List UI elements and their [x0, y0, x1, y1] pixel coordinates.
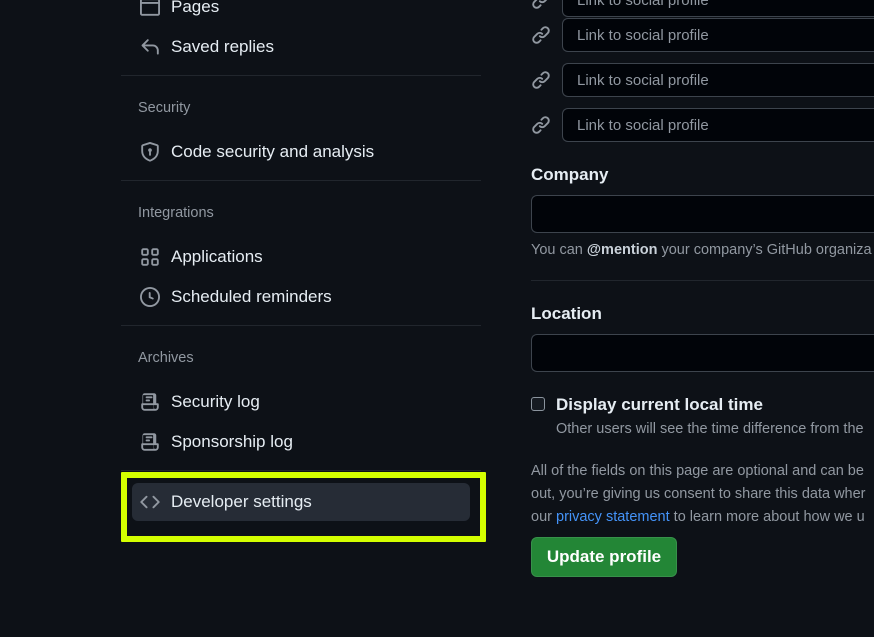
- sidebar-item-developer-settings[interactable]: Developer settings: [132, 483, 470, 521]
- disclaimer-line-3: our privacy statement to learn more abou…: [531, 509, 865, 525]
- social-link-row: [531, 0, 874, 17]
- sidebar-item-label: Developer settings: [171, 492, 312, 511]
- company-note-suffix: your company’s GitHub organiza: [657, 242, 872, 258]
- sidebar-item-scheduled-reminders[interactable]: Scheduled reminders: [130, 280, 470, 314]
- social-link-input[interactable]: [562, 0, 874, 17]
- log-icon: [140, 432, 160, 452]
- form-divider: [531, 280, 874, 281]
- sidebar-item-label: Code security and analysis: [171, 142, 375, 161]
- company-label: Company: [531, 165, 609, 184]
- local-time-note: Other users will see the time difference…: [556, 421, 864, 437]
- social-link-row: [531, 18, 874, 52]
- browser-icon: [140, 0, 160, 17]
- apps-icon: [140, 247, 160, 267]
- sidebar-item-sponsorship-log[interactable]: Sponsorship log: [130, 425, 470, 459]
- section-label-security: Security: [138, 100, 191, 116]
- social-link-input[interactable]: [562, 108, 874, 142]
- link-icon: [531, 0, 551, 10]
- section-label-integrations: Integrations: [138, 205, 214, 221]
- log-icon: [140, 392, 160, 412]
- link-icon: [531, 70, 551, 90]
- sidebar-divider: [121, 470, 481, 471]
- settings-page: Pages Saved replies Security Code securi…: [0, 0, 874, 637]
- social-link-row: [531, 63, 874, 97]
- code-icon: [140, 492, 160, 512]
- sidebar-item-label: Scheduled reminders: [171, 287, 332, 306]
- company-note: You can @mention your company’s GitHub o…: [531, 242, 872, 258]
- social-link-input[interactable]: [562, 63, 874, 97]
- social-link-row: [531, 108, 874, 142]
- sidebar-item-label: Security log: [171, 392, 260, 411]
- section-label-archives: Archives: [138, 350, 194, 366]
- sidebar-item-pages[interactable]: Pages: [130, 0, 470, 24]
- sidebar-item-label: Pages: [171, 0, 220, 16]
- company-note-prefix: You can: [531, 242, 587, 258]
- mention-keyword: @mention: [586, 242, 658, 258]
- sidebar-divider: [121, 180, 481, 181]
- sidebar-item-code-security[interactable]: Code security and analysis: [130, 135, 470, 169]
- privacy-statement-link[interactable]: privacy statement: [556, 509, 670, 525]
- location-label: Location: [531, 304, 602, 323]
- update-profile-button[interactable]: Update profile: [531, 537, 677, 577]
- disclaimer-prefix: our: [531, 509, 556, 525]
- company-input[interactable]: [531, 195, 874, 233]
- link-icon: [531, 25, 551, 45]
- shield-lock-icon: [140, 142, 160, 162]
- sidebar-item-label: Applications: [171, 247, 263, 266]
- disclaimer-suffix: to learn more about how we u: [669, 509, 865, 525]
- location-input[interactable]: [531, 334, 874, 372]
- clock-icon: [140, 287, 160, 307]
- local-time-checkbox[interactable]: [531, 397, 545, 411]
- local-time-label[interactable]: Display current local time: [556, 395, 763, 415]
- sidebar-item-saved-replies[interactable]: Saved replies: [130, 30, 470, 64]
- link-icon: [531, 115, 551, 135]
- disclaimer-line-2: out, you’re giving us consent to share t…: [531, 486, 866, 502]
- sidebar-item-applications[interactable]: Applications: [130, 240, 470, 274]
- sidebar-item-label: Saved replies: [171, 37, 275, 56]
- sidebar-item-label: Sponsorship log: [171, 432, 293, 451]
- sidebar-item-security-log[interactable]: Security log: [130, 385, 470, 419]
- disclaimer-line-1: All of the fields on this page are optio…: [531, 463, 864, 479]
- social-link-input[interactable]: [562, 18, 874, 52]
- reply-icon: [140, 37, 160, 57]
- sidebar-divider: [121, 75, 481, 76]
- sidebar-divider: [121, 325, 481, 326]
